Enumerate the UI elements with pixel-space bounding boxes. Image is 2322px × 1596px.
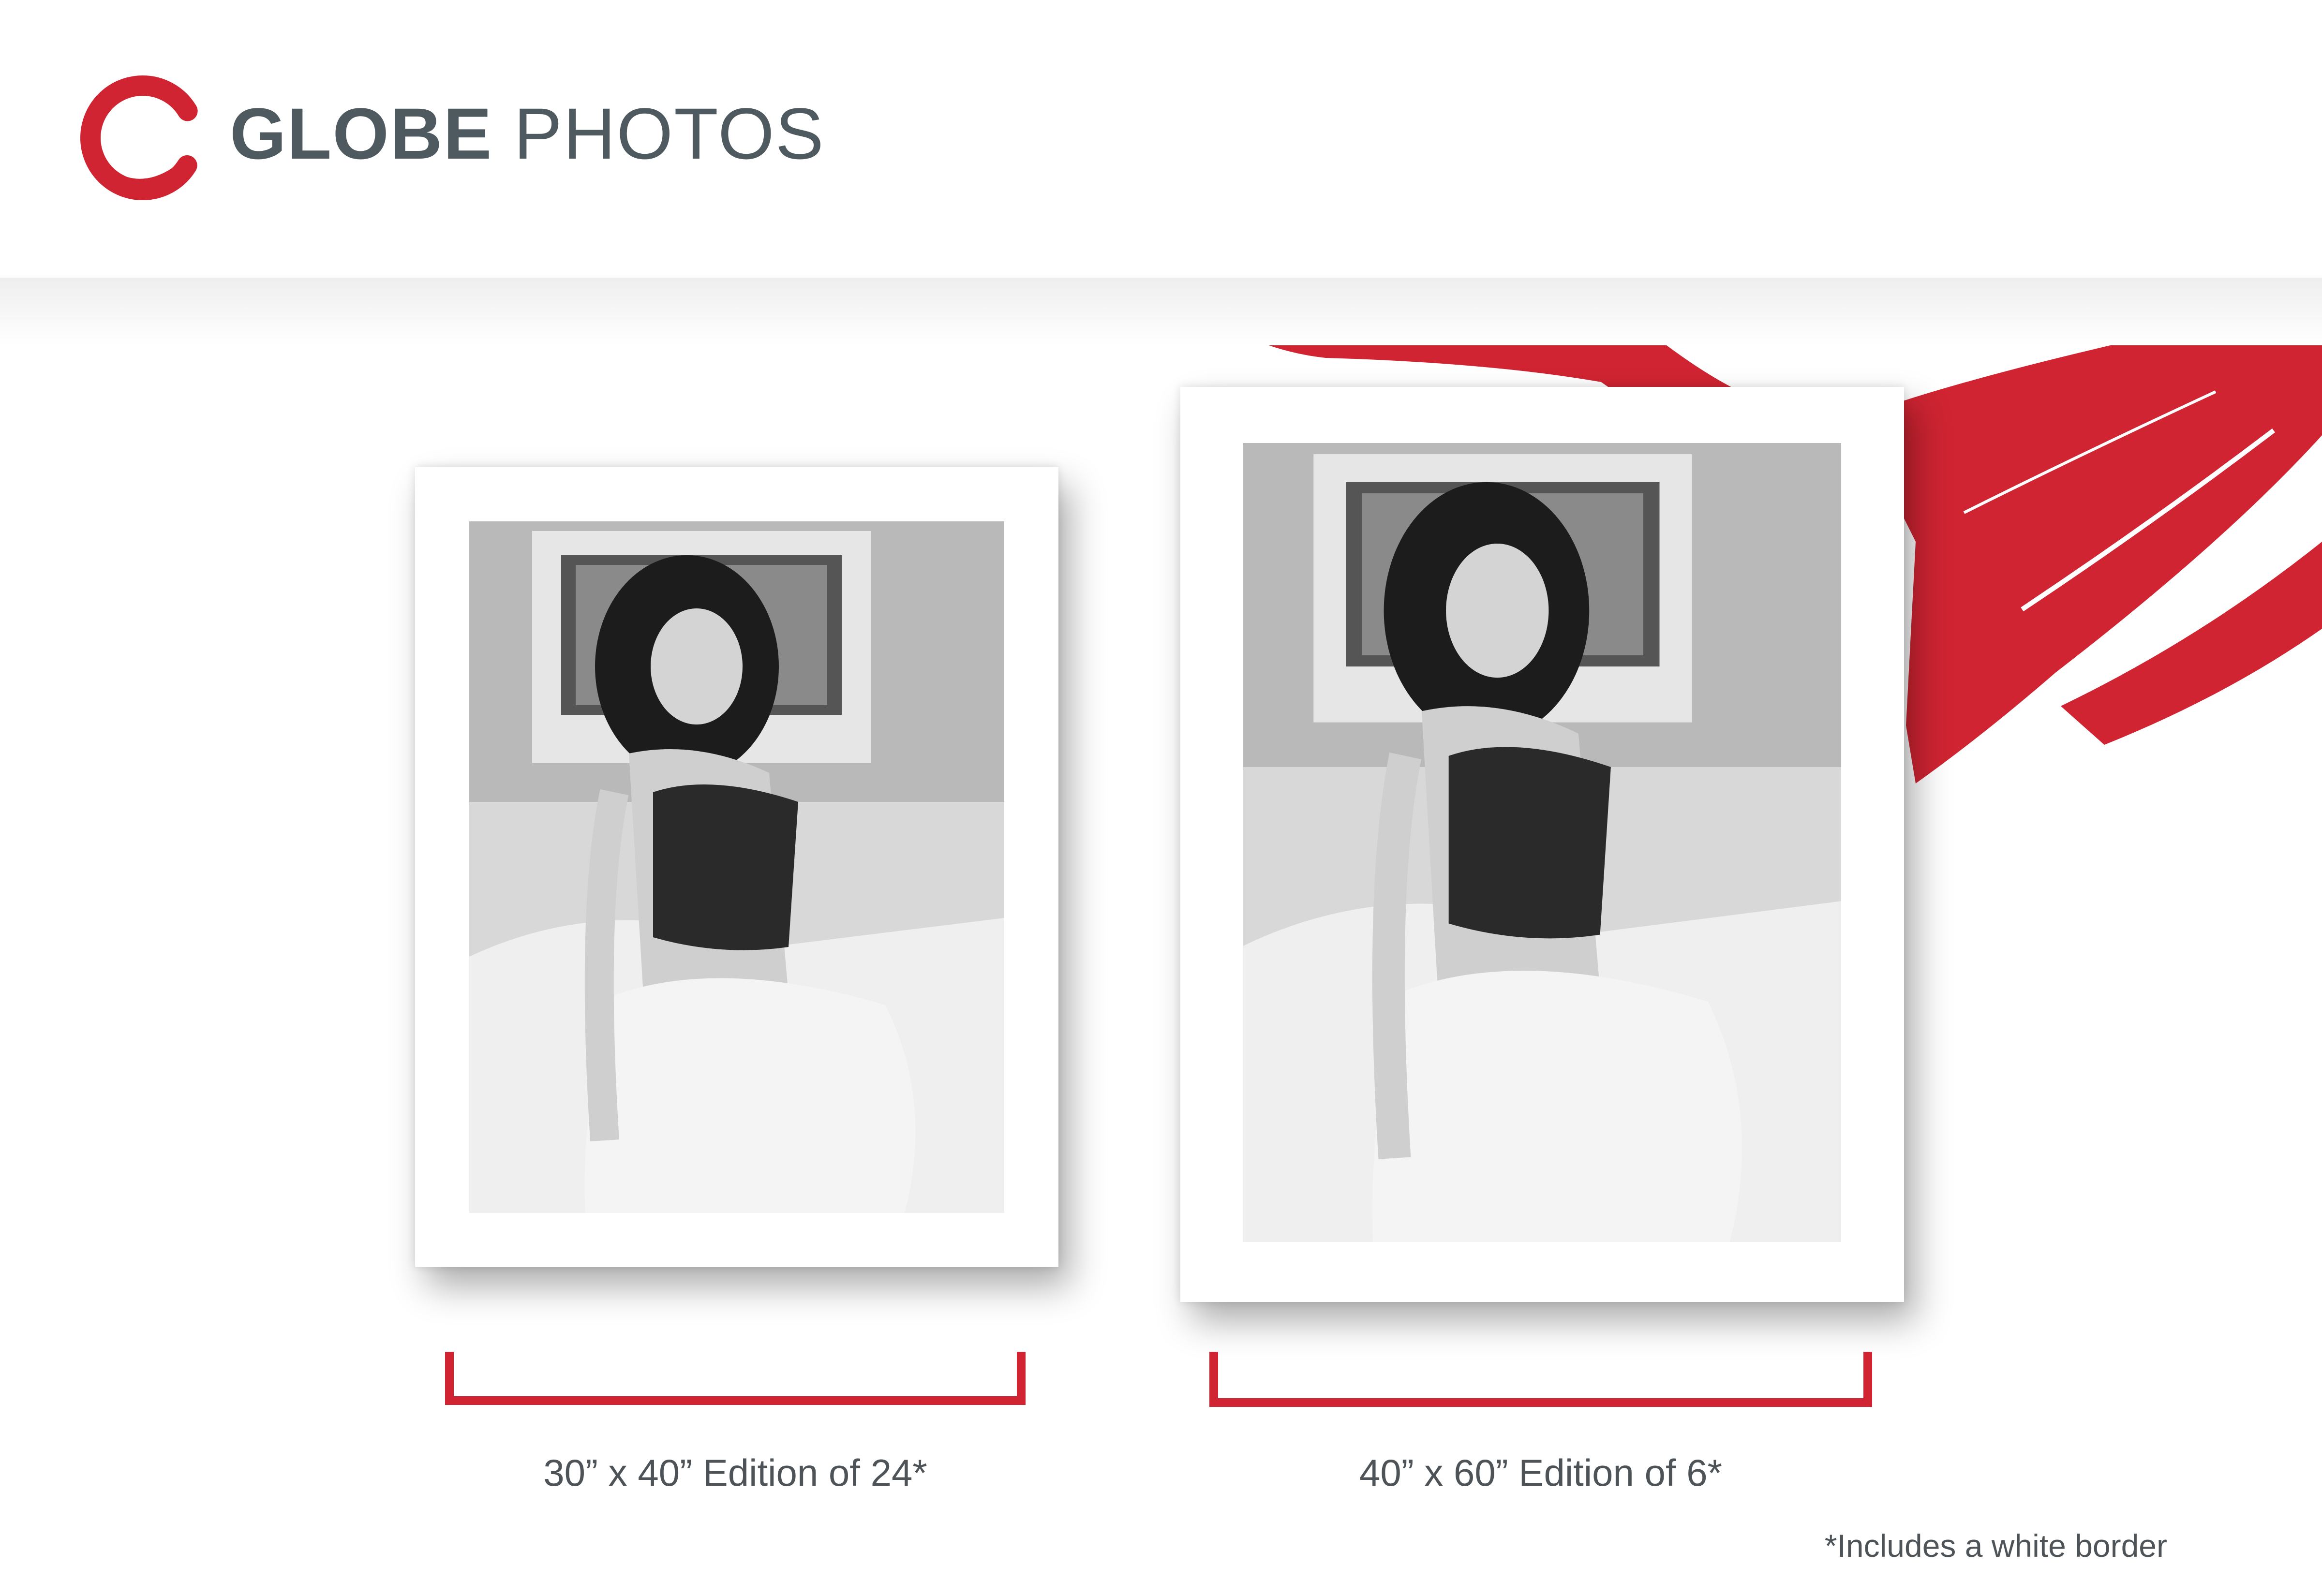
brand-bold: GLOBE [230,93,493,174]
print-30x40[interactable] [415,467,1058,1267]
size-bracket-30x40 [445,1352,1026,1405]
size-bracket-40x60 [1209,1352,1872,1407]
portrait-photo-image [469,521,1004,1213]
brand-light: PHOTOS [514,93,825,174]
print-size-caption: 30” x 40” Edition of 24* [543,1451,927,1494]
globe-photos-logo-icon [80,75,205,200]
brand-wordmark: GLOBE PHOTOS [230,92,825,176]
portrait-photo [469,521,1004,1213]
portrait-photo-image [1243,443,1841,1242]
brand-logo[interactable]: GLOBE PHOTOS [77,73,851,203]
print-size-caption: 40” x 60” Edition of 6* [1359,1451,1723,1494]
border-footnote: *Includes a white border [1824,1528,2167,1564]
portrait-photo [1243,443,1841,1242]
header: GLOBE PHOTOS [0,0,2322,278]
print-40x60[interactable] [1180,387,1904,1302]
header-shadow-band [0,278,2322,345]
